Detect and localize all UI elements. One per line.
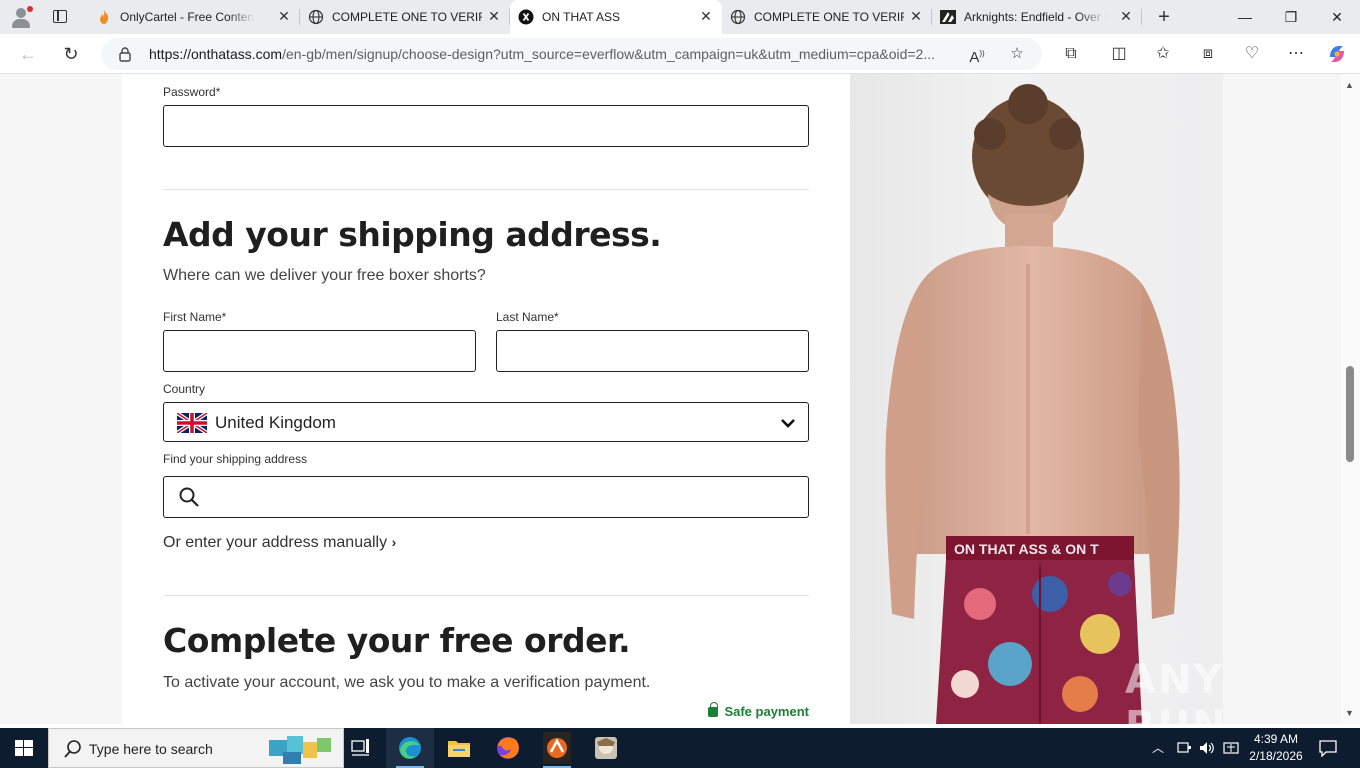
- tab-title: Arknights: Endfield - Over th: [964, 10, 1106, 24]
- search-placeholder: Type here to search: [89, 741, 213, 757]
- task-view-icon[interactable]: [337, 728, 385, 768]
- order-heading: Complete your free order.: [163, 621, 631, 660]
- chevron-down-icon: [781, 419, 795, 428]
- volume-icon[interactable]: [1198, 740, 1216, 756]
- tab-onlycartel[interactable]: OnlyCartel - Free Content Do ✕: [88, 0, 300, 34]
- windows-start-icon[interactable]: [0, 728, 48, 768]
- more-menu-icon[interactable]: ⋯: [1285, 43, 1307, 65]
- page-scrollbar[interactable]: ▲ ▼: [1341, 74, 1360, 724]
- refresh-icon[interactable]: ↻: [57, 40, 85, 68]
- password-input[interactable]: [163, 105, 809, 147]
- tab-on-that-ass[interactable]: ON THAT ASS ✕: [510, 0, 722, 34]
- windows-taskbar: Type here to search ︿ 4:39 AM 2/18/2026: [0, 728, 1360, 768]
- arknights-favicon-icon: [940, 10, 956, 24]
- address-search-input[interactable]: [163, 476, 809, 518]
- close-icon[interactable]: ✕: [908, 8, 924, 24]
- tab-title: COMPLETE ONE TO VERIFY: [754, 10, 904, 24]
- enter-address-manually-link[interactable]: Or enter your address manually ›: [163, 534, 396, 552]
- page-viewport: Password* Add your shipping address. Whe…: [0, 74, 1341, 724]
- uk-flag-icon: [177, 413, 207, 433]
- close-icon[interactable]: ✕: [698, 8, 714, 24]
- signup-card: Password* Add your shipping address. Whe…: [122, 74, 1223, 724]
- section-divider: [163, 189, 809, 190]
- app-orange-icon[interactable]: [533, 728, 581, 768]
- safe-payment-text: Safe payment: [724, 704, 809, 719]
- tab-title: OnlyCartel - Free Content Do: [120, 10, 255, 24]
- last-name-label: Last Name*: [496, 310, 559, 324]
- taskbar-search-box[interactable]: Type here to search: [48, 728, 344, 768]
- minimize-icon[interactable]: —: [1222, 0, 1268, 34]
- model-back-image: ON THAT ASS & ON T: [885, 84, 1180, 724]
- close-icon[interactable]: ✕: [1118, 8, 1134, 24]
- scroll-thumb[interactable]: [1346, 366, 1354, 462]
- globe-favicon-icon: [730, 9, 746, 25]
- scroll-up-arrow-icon[interactable]: ▲: [1345, 80, 1354, 90]
- extensions-icon[interactable]: ⧉: [1060, 43, 1082, 65]
- product-photo: ON THAT ASS & ON T: [850, 74, 1223, 724]
- password-label: Password*: [163, 85, 221, 99]
- address-bar[interactable]: https://onthatass.com/en-gb/men/signup/c…: [101, 38, 1042, 70]
- url-text[interactable]: https://onthatass.com/en-gb/men/signup/c…: [149, 46, 954, 62]
- section-divider: [163, 595, 809, 596]
- globe-favicon-icon: [308, 9, 324, 25]
- first-name-input[interactable]: [163, 330, 476, 372]
- search-icon: [64, 740, 81, 758]
- restore-icon[interactable]: ❐: [1268, 0, 1314, 34]
- search-icon: [179, 487, 199, 507]
- tab-title: COMPLETE ONE TO VERIFY: [332, 10, 482, 24]
- tab-complete-verify-1[interactable]: COMPLETE ONE TO VERIFY ✕: [300, 0, 510, 34]
- copilot-icon[interactable]: [1326, 43, 1348, 65]
- close-icon[interactable]: ✕: [276, 8, 292, 24]
- file-explorer-icon[interactable]: [435, 728, 483, 768]
- edge-taskbar-icon[interactable]: [386, 728, 434, 768]
- browser-essentials-icon[interactable]: ♡: [1241, 43, 1263, 65]
- puzzle-pieces-icon: [269, 736, 331, 764]
- watermark-text: ANY RUN: [1125, 657, 1226, 724]
- brand-favicon-icon: [518, 9, 534, 25]
- clock-time: 4:39 AM: [1253, 732, 1299, 746]
- first-name-label: First Name*: [163, 310, 227, 324]
- shipping-subtitle: Where can we deliver your free boxer sho…: [163, 267, 486, 284]
- firefox-icon[interactable]: [484, 728, 532, 768]
- close-icon[interactable]: ✕: [486, 8, 502, 24]
- system-clock[interactable]: 4:39 AM 2/18/2026: [1236, 731, 1316, 765]
- network-device-icon[interactable]: [1176, 740, 1192, 756]
- tab-actions-icon[interactable]: [48, 6, 72, 28]
- tab-arknights[interactable]: Arknights: Endfield - Over th ✕: [932, 0, 1142, 34]
- waistband-text: ON THAT ASS & ON T: [954, 541, 1099, 557]
- app-character-icon[interactable]: [582, 728, 630, 768]
- new-tab-icon[interactable]: +: [1152, 6, 1176, 28]
- country-value: United Kingdom: [215, 413, 336, 432]
- find-address-label: Find your shipping address: [163, 452, 308, 466]
- chevron-right-icon: ›: [391, 534, 397, 550]
- back-arrow-icon[interactable]: ←: [14, 40, 42, 68]
- country-label: Country: [163, 382, 206, 396]
- flame-favicon-icon: [100, 10, 109, 24]
- notification-center-icon[interactable]: [1318, 739, 1338, 757]
- tab-title: ON THAT ASS: [542, 10, 621, 24]
- favorite-star-icon[interactable]: ☆: [1007, 44, 1027, 64]
- favorites-icon[interactable]: ✩: [1152, 43, 1174, 65]
- tab-complete-verify-2[interactable]: COMPLETE ONE TO VERIFY ✕: [722, 0, 932, 34]
- scroll-down-arrow-icon[interactable]: ▼: [1345, 708, 1354, 718]
- lock-icon[interactable]: [117, 46, 133, 62]
- shipping-heading: Add your shipping address.: [163, 215, 662, 254]
- clock-date: 2/18/2026: [1249, 749, 1303, 763]
- show-hidden-icons-chevron-icon[interactable]: ︿: [1152, 739, 1164, 768]
- order-subtitle: To activate your account, we ask you to …: [163, 674, 651, 691]
- safe-payment-badge: Safe payment: [708, 702, 809, 719]
- lock-icon: [708, 702, 719, 717]
- split-screen-icon[interactable]: ◫: [1108, 43, 1130, 65]
- read-aloud-icon[interactable]: A)): [967, 44, 987, 66]
- collections-icon[interactable]: ⧈: [1197, 43, 1219, 65]
- browser-toolbar: ← ↻ https://onthatass.com/en-gb/men/sign…: [0, 34, 1360, 74]
- window-close-icon[interactable]: ✕: [1314, 0, 1360, 34]
- profile-icon[interactable]: [8, 5, 34, 29]
- tab-strip: OnlyCartel - Free Content Do ✕ COMPLETE …: [0, 0, 1360, 34]
- manual-link-text: Or enter your address manually: [163, 534, 388, 551]
- last-name-input[interactable]: [496, 330, 809, 372]
- country-select[interactable]: United Kingdom: [163, 402, 809, 442]
